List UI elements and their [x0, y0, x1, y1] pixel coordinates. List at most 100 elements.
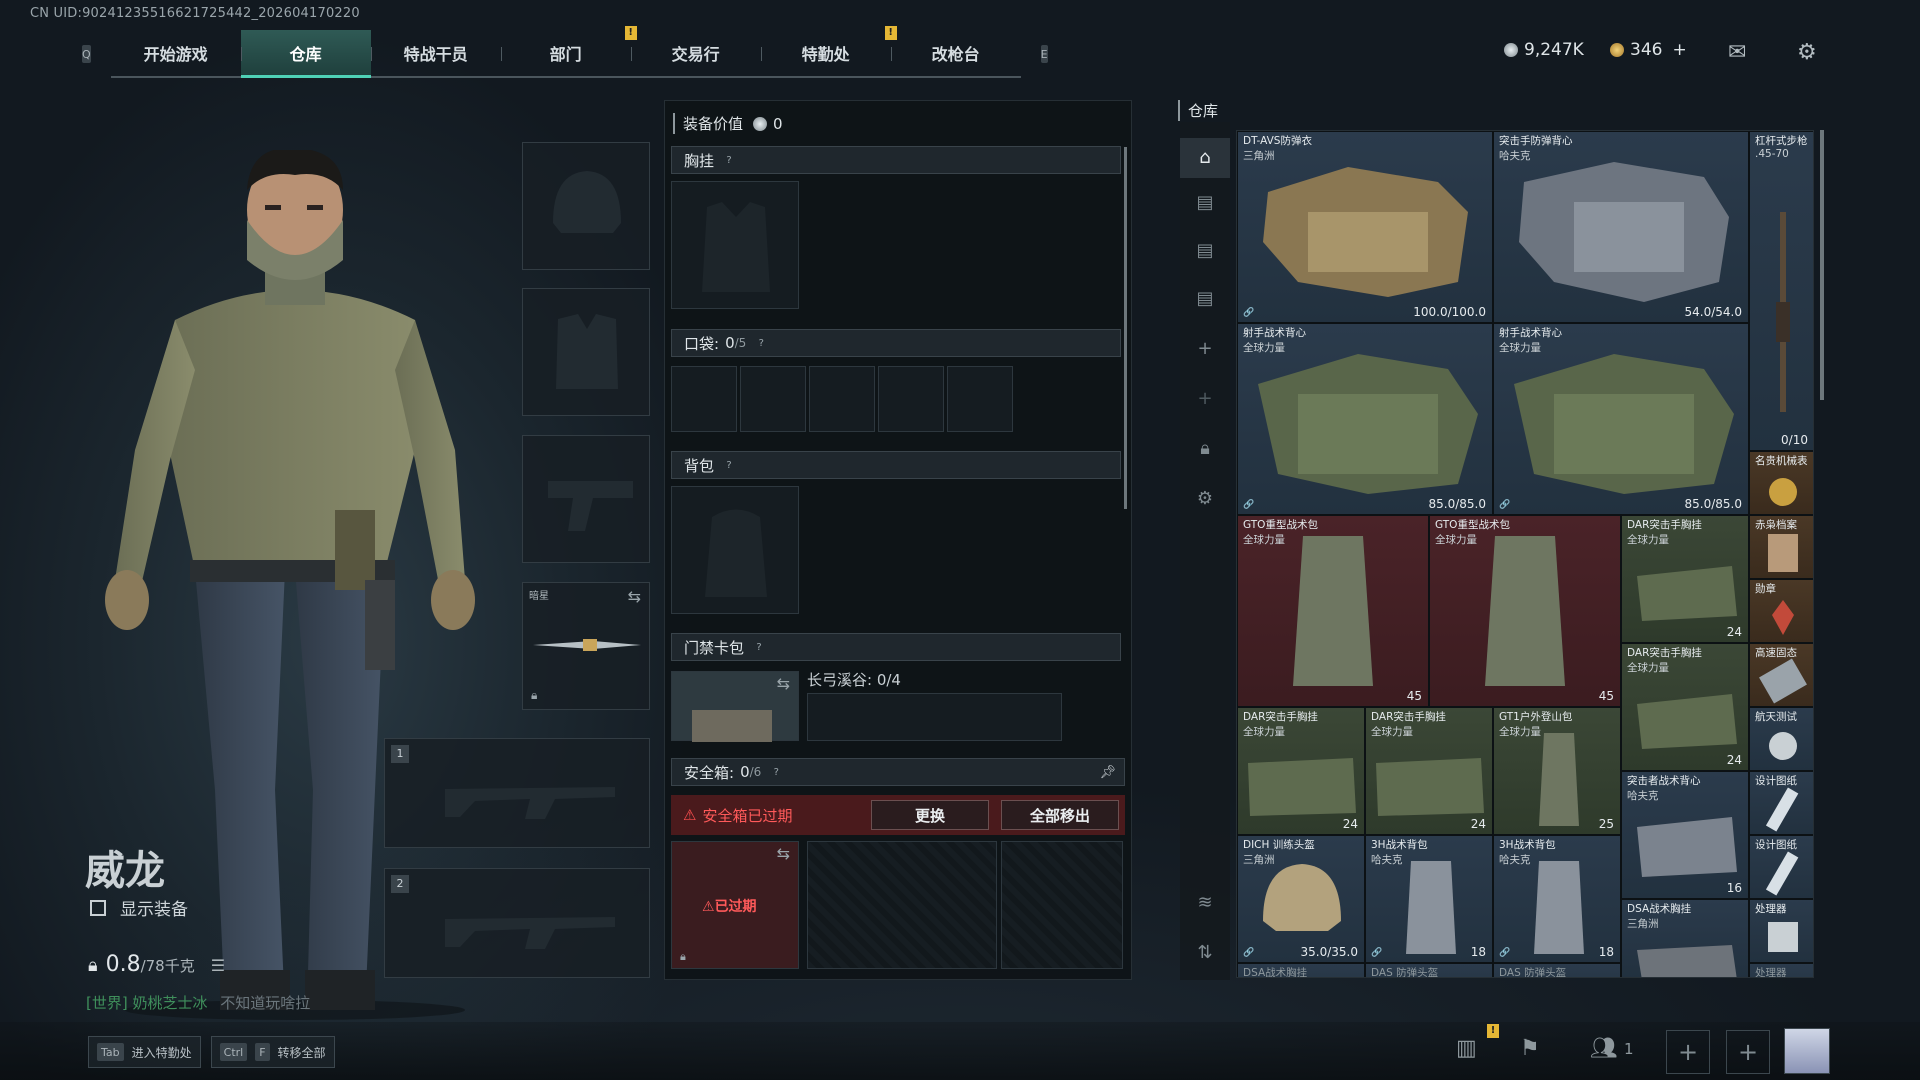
helmet-slot[interactable] — [522, 142, 650, 270]
item-backpack[interactable]: GTO重型战术包 全球力量 45 — [1237, 515, 1429, 707]
keycard-slots[interactable] — [807, 693, 1062, 741]
item-backpack[interactable]: GT1户外登山包 全球力量 25 — [1493, 707, 1621, 835]
replace-safebox-button[interactable]: 更换 — [871, 800, 989, 830]
add-tokens-button[interactable]: + — [1672, 40, 1686, 60]
tab-department[interactable]: 部门! — [500, 26, 637, 76]
backpack-slot[interactable] — [671, 486, 799, 614]
pocket-slot[interactable] — [878, 366, 944, 432]
safebox-grid[interactable] — [807, 841, 997, 969]
warehouse-home-icon[interactable]: ⌂ — [1180, 138, 1230, 178]
friends-button[interactable]: 👥︎ 1 — [1590, 1036, 1633, 1061]
safebox-slot[interactable]: ⇆ ⚠已过期 🔒︎ — [671, 841, 799, 969]
primary-weapon-slot-1[interactable]: 1 — [384, 738, 650, 848]
avatar[interactable] — [1784, 1028, 1830, 1074]
item-watch[interactable]: 名贵机械表 — [1749, 451, 1813, 515]
item-blueprint[interactable]: 设计图纸 — [1749, 835, 1813, 899]
melee-slot[interactable]: 暗星 ⇆ 🔒︎ — [522, 582, 650, 710]
tab-start-game[interactable]: 开始游戏 — [111, 30, 241, 76]
list-icon[interactable]: ☰ — [211, 956, 225, 975]
tab-trading[interactable]: 交易行 — [630, 30, 761, 76]
layers-icon[interactable]: ≋ — [1180, 892, 1230, 913]
keycard-zone-label: 长弓溪谷: 0/4 — [807, 671, 901, 689]
item-backpack[interactable]: GTO重型战术包 全球力量 45 — [1429, 515, 1621, 707]
armor-slot[interactable] — [522, 288, 650, 416]
swap-icon[interactable]: ⇆ — [628, 587, 641, 606]
item-aerospace-test[interactable]: 航天测试 — [1749, 707, 1813, 771]
lock-icon[interactable]: 🔒︎ — [1180, 438, 1230, 459]
item-vest[interactable]: 射手战术背心 全球力量 🔗 85.0/85.0 — [1493, 323, 1749, 515]
show-equipment-checkbox[interactable] — [90, 899, 106, 916]
item-chest-rig[interactable]: DSA战术胸挂 — [1237, 963, 1365, 977]
item-chest-rig[interactable]: DAR突击手胸挂 全球力量 24 — [1621, 515, 1749, 643]
item-helmet[interactable]: DICH 训练头盔 三角洲 🔗 35.0/35.0 — [1237, 835, 1365, 963]
help-icon[interactable]: ? — [722, 458, 736, 472]
keycard-header: 门禁卡包? — [671, 633, 1121, 661]
lock-icon: 🔒︎ — [680, 950, 686, 963]
invite-slot-button[interactable]: + — [1666, 1030, 1710, 1074]
storage-tab-4-icon[interactable]: ▤ — [1180, 288, 1230, 309]
lock-icon: 🔒︎ — [531, 688, 538, 702]
top-nav: Q 开始游戏 仓库 特战干员 部门! 交易行 特勤处! 改枪台 E — [82, 26, 1048, 78]
help-icon[interactable]: ? — [769, 765, 783, 779]
item-blueprint[interactable]: 设计图纸 — [1749, 771, 1813, 835]
nav-prev-key[interactable]: Q — [82, 45, 91, 63]
add-storage-icon[interactable]: + — [1180, 338, 1230, 359]
move-all-out-button[interactable]: 全部移出 — [1001, 800, 1119, 830]
pocket-slot[interactable] — [947, 366, 1013, 432]
tab-gunsmith[interactable]: 改枪台 — [890, 30, 1021, 76]
item-document[interactable]: 赤枭档案 — [1749, 515, 1813, 579]
stats-chart-icon[interactable]: ▥ — [1456, 1036, 1477, 1061]
help-icon[interactable]: ? — [752, 640, 766, 654]
warehouse-scrollbar[interactable] — [1820, 130, 1824, 400]
item-rifle[interactable]: 杠杆式步枪 .45-70 0/10 — [1749, 131, 1813, 451]
pocket-slot[interactable] — [740, 366, 806, 432]
storage-tab-2-icon[interactable]: ▤ — [1180, 192, 1230, 213]
bottom-shortcuts: Tab 进入特勤处 Ctrl F 转移全部 — [88, 1036, 335, 1068]
item-chest-rig[interactable]: DAR突击手胸挂 全球力量 24 — [1237, 707, 1365, 835]
item-helmet[interactable]: DAS 防弹头盔 — [1493, 963, 1621, 977]
item-ssd[interactable]: 高速固态 — [1749, 643, 1813, 707]
storage-tab-3-icon[interactable]: ▤ — [1180, 240, 1230, 261]
pocket-slot[interactable] — [671, 366, 737, 432]
settings-gear-icon[interactable]: ⚙ — [1797, 40, 1817, 65]
nav-tabs: 开始游戏 仓库 特战干员 部门! 交易行 特勤处! 改枪台 — [110, 26, 1021, 78]
primary-weapon-slot-2[interactable]: 2 — [384, 868, 650, 978]
tab-warehouse[interactable]: 仓库 — [240, 30, 371, 78]
item-processor[interactable]: 处理器 — [1749, 899, 1813, 963]
loadout-scrollbar[interactable] — [1124, 147, 1127, 509]
invite-slot-button[interactable]: + — [1726, 1030, 1770, 1074]
pocket-slot[interactable] — [809, 366, 875, 432]
mail-icon[interactable]: ✉ — [1728, 40, 1746, 65]
enter-special-ops-shortcut[interactable]: Tab 进入特勤处 — [88, 1036, 201, 1068]
help-icon[interactable]: ? — [754, 336, 768, 350]
show-equipment-toggle[interactable]: 显示装备 — [90, 895, 188, 920]
item-vest[interactable]: 射手战术背心 全球力量 🔗 85.0/85.0 — [1237, 323, 1493, 515]
item-chest-rig[interactable]: DAR突击手胸挂 全球力量 24 — [1365, 707, 1493, 835]
settings-gear-icon[interactable]: ⚙ — [1180, 488, 1230, 509]
swap-icon[interactable]: ⇆ — [777, 844, 790, 863]
item-medal[interactable]: 勋章 — [1749, 579, 1813, 643]
flag-icon[interactable]: ⚑ — [1520, 1036, 1540, 1061]
pin-icon[interactable]: 📌︎ — [1099, 765, 1116, 780]
warehouse-title: 仓库 — [1178, 100, 1218, 121]
item-chest-rig[interactable]: DAR突击手胸挂 全球力量 24 — [1621, 643, 1749, 771]
chest-rig-slot[interactable] — [671, 181, 799, 309]
tab-operators[interactable]: 特战干员 — [370, 30, 501, 76]
pistol-slot[interactable] — [522, 435, 650, 563]
item-armor[interactable]: DT-AVS防弹衣 三角洲 🔗 100.0/100.0 — [1237, 131, 1493, 323]
item-processor[interactable]: 处理器 — [1749, 963, 1813, 977]
sort-icon[interactable]: ⇅ — [1180, 942, 1230, 963]
pistol-icon — [548, 481, 633, 531]
item-armor[interactable]: 突击手防弹背心 哈夫克 54.0/54.0 — [1493, 131, 1749, 323]
item-backpack[interactable]: 3H战术背包 哈夫克 🔗 18 — [1365, 835, 1493, 963]
nav-next-key[interactable]: E — [1040, 45, 1048, 63]
keycard-case-slot[interactable]: ⇆ — [671, 671, 799, 742]
tab-special-ops[interactable]: 特勤处! — [760, 26, 897, 76]
swap-icon[interactable]: ⇆ — [777, 674, 790, 693]
item-chest-rig[interactable]: DSA战术胸挂 三角洲 — [1621, 899, 1749, 977]
item-vest[interactable]: 突击者战术背心 哈夫克 16 — [1621, 771, 1749, 899]
item-helmet[interactable]: DAS 防弹头盔 — [1365, 963, 1493, 977]
help-icon[interactable]: ? — [722, 153, 736, 167]
transfer-all-shortcut[interactable]: Ctrl F 转移全部 — [210, 1036, 335, 1068]
item-backpack[interactable]: 3H战术背包 哈夫克 🔗 18 — [1493, 835, 1621, 963]
